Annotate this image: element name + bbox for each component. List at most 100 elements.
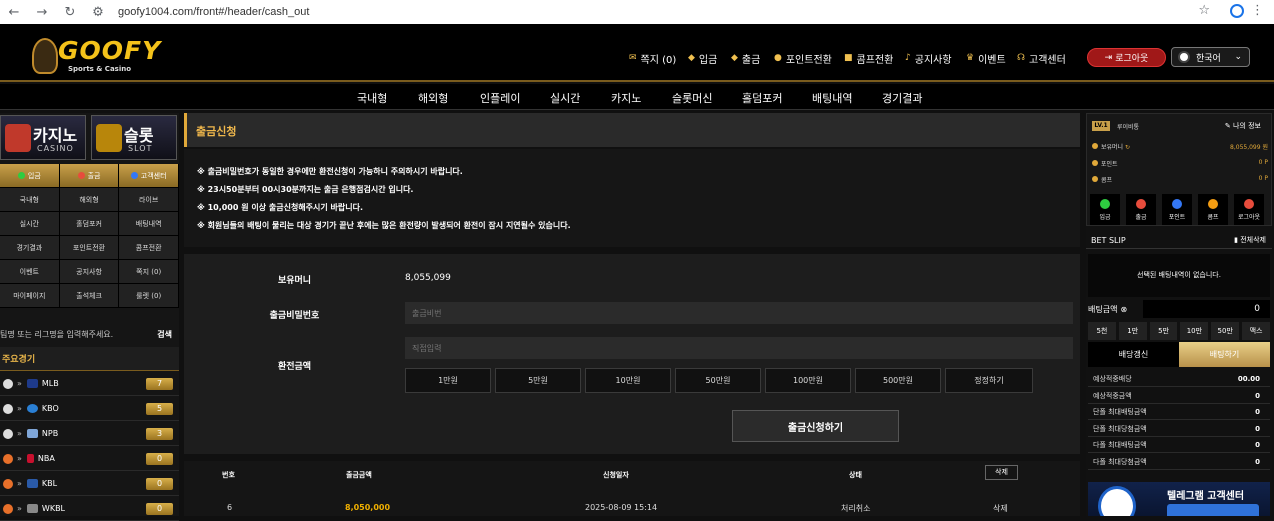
quick-deposit-button[interactable]: 입금 xyxy=(1090,194,1120,225)
account-icon[interactable] xyxy=(1230,4,1244,18)
quick-comp-button[interactable]: 콤프 xyxy=(1198,194,1228,225)
main-nav-item[interactable]: 슬롯머신 xyxy=(672,90,712,106)
chip-button[interactable]: 5만 xyxy=(1149,322,1178,340)
place-bet-button[interactable]: 배팅하기 xyxy=(1179,342,1270,367)
league-row[interactable]: » NBA 0 xyxy=(0,447,179,471)
logout-button[interactable]: ⇥ 로그아웃 xyxy=(1087,48,1166,67)
main-nav-item[interactable]: 경기결과 xyxy=(882,90,922,106)
side-menu-item[interactable]: 홀덤포커 xyxy=(59,212,120,235)
side-menu-item[interactable]: 해외형 xyxy=(59,188,120,211)
top-nav-point-convert[interactable]: ● 포인트전환 xyxy=(774,51,832,66)
bookmark-star-icon[interactable]: ☆ xyxy=(1198,3,1210,18)
my-info-link[interactable]: ✎ 나의 정보 xyxy=(1225,121,1261,131)
slot-machine-icon xyxy=(96,124,122,152)
top-nav-notice[interactable]: ♪ 공지사항 xyxy=(905,51,952,66)
side-menu-item[interactable]: 경기결과 xyxy=(0,236,60,259)
reload-icon[interactable]: ↻ xyxy=(56,5,84,20)
league-row[interactable]: » MLB 7 xyxy=(0,372,179,396)
side-menu-item[interactable]: 공지사항 xyxy=(59,260,120,283)
main-nav-item[interactable]: 홀덤포커 xyxy=(742,90,782,106)
side-support-button[interactable]: 고객센터 xyxy=(119,164,180,187)
row-delete-button[interactable]: 삭제 xyxy=(993,503,1008,514)
side-menu-item[interactable]: 라이브 xyxy=(119,188,180,211)
exchange-amount-input[interactable] xyxy=(405,337,1073,359)
odds-refresh-button[interactable]: 배당갱신 xyxy=(1088,342,1179,367)
amount-5man-button[interactable]: 5만원 xyxy=(495,368,581,393)
league-row[interactable]: » WKBL 0 xyxy=(0,497,179,521)
top-nav-messages[interactable]: ✉ 쪽지 (0) xyxy=(629,51,676,66)
side-menu-item[interactable]: 배팅내역 xyxy=(119,212,180,235)
amount-50man-button[interactable]: 50만원 xyxy=(675,368,761,393)
side-menu-item[interactable]: 마이페이지 xyxy=(0,284,60,307)
chip-button[interactable]: 50만 xyxy=(1211,322,1240,340)
coin-icon: ● xyxy=(774,53,782,63)
main-nav-item[interactable]: 카지노 xyxy=(611,90,641,106)
side-menu-grid: 입금 출금 고객센터 국내형 해외형 라이브 실시간 홀덤포커 배팅내역 경기결과 포인트… xyxy=(0,164,180,308)
main-nav-item[interactable]: 해외형 xyxy=(418,90,448,106)
league-row[interactable]: » KBO 5 xyxy=(0,397,179,421)
top-nav-comp-convert[interactable]: ■ 콤프전환 xyxy=(844,51,893,66)
side-menu-item[interactable]: 출석체크 xyxy=(59,284,120,307)
main-nav-item[interactable]: 인플레이 xyxy=(480,90,520,106)
right-sidebar: LV.1 루이비통 ✎ 나의 정보 보유머니 ↻ 8,055,099 원 포인트 0… xyxy=(1086,113,1272,516)
side-menu-item[interactable]: 쪽지 (0) xyxy=(119,260,180,283)
back-icon[interactable]: ← xyxy=(0,5,28,20)
site-settings-icon[interactable]: ⚙ xyxy=(84,5,112,20)
top-nav-support[interactable]: ☊ 고객센터 xyxy=(1017,51,1066,66)
league-row[interactable]: » KBL 0 xyxy=(0,472,179,496)
side-withdraw-button[interactable]: 출금 xyxy=(59,164,120,187)
slot-banner[interactable]: 슬롯 SLOT xyxy=(91,115,177,160)
side-menu-item[interactable]: 룰렛 (0) xyxy=(119,284,180,307)
site-logo[interactable]: GOOFY Sports & Casino xyxy=(32,36,160,76)
kbl-logo-icon xyxy=(26,479,38,488)
side-menu-item[interactable]: 콤프전환 xyxy=(119,236,180,259)
chip-button[interactable]: 5천 xyxy=(1088,322,1116,340)
side-menu-item[interactable]: 이벤트 xyxy=(0,260,60,283)
side-menu-item[interactable]: 포인트전환 xyxy=(59,236,120,259)
main-nav-item[interactable]: 국내형 xyxy=(357,90,387,106)
amount-1man-button[interactable]: 1만원 xyxy=(405,368,491,393)
address-bar[interactable]: goofy1004.com/front#/header/cash_out xyxy=(118,6,309,18)
main-nav-item[interactable]: 배팅내역 xyxy=(812,90,852,106)
user-money-row: 보유머니 ↻ 8,055,099 원 xyxy=(1092,142,1268,151)
withdraw-password-input[interactable] xyxy=(405,302,1073,324)
delete-all-button[interactable]: 삭제 xyxy=(985,465,1018,480)
search-input[interactable]: 팀명 또는 리그명을 입력해주세요. xyxy=(0,329,113,340)
bet-amount-input[interactable]: 0 xyxy=(1143,300,1270,318)
side-deposit-button[interactable]: 입금 xyxy=(0,164,60,187)
amount-10man-button[interactable]: 10만원 xyxy=(585,368,671,393)
withdraw-icon xyxy=(77,172,85,179)
amount-500man-button[interactable]: 500만원 xyxy=(855,368,941,393)
quick-withdraw-button[interactable]: 출금 xyxy=(1126,194,1156,225)
comp-icon: ■ xyxy=(844,53,853,63)
quick-logout-button[interactable]: 로그아웃 xyxy=(1234,194,1264,225)
row-number: 6 xyxy=(227,503,233,512)
refresh-icon[interactable]: ↻ xyxy=(1125,144,1130,151)
top-nav-deposit[interactable]: ◆ 입금 xyxy=(688,51,717,66)
casino-banner[interactable]: 카지노 CASINO xyxy=(0,115,86,160)
side-menu-item[interactable]: 국내형 xyxy=(0,188,60,211)
search-button[interactable]: 검색 xyxy=(157,329,172,340)
trophy-icon: ♛ xyxy=(966,53,975,63)
clear-all-button[interactable]: ▮ 전체삭제 xyxy=(1234,235,1266,245)
reset-circle-icon[interactable]: ⊗ xyxy=(1120,305,1127,314)
withdraw-submit-button[interactable]: 출금신청하기 xyxy=(732,410,899,442)
chip-button[interactable]: 10만 xyxy=(1180,322,1209,340)
league-row[interactable]: » NPB 3 xyxy=(0,422,179,446)
top-nav-withdraw[interactable]: ◆ 출금 xyxy=(731,51,760,66)
chip-button[interactable]: 1만 xyxy=(1118,322,1147,340)
language-select[interactable]: 한국어 ⌄ xyxy=(1171,47,1250,67)
main-nav-item[interactable]: 실시간 xyxy=(550,90,580,106)
chip-button[interactable]: 맥스 xyxy=(1242,322,1270,340)
minus-icon xyxy=(1136,198,1146,209)
top-nav-event[interactable]: ♛ 이벤트 xyxy=(966,51,1006,66)
balance-value: 8,055,099 xyxy=(405,273,451,283)
browser-menu-icon[interactable]: ⋮ xyxy=(1251,3,1264,18)
telegram-support-banner[interactable]: 텔레그램 고객센터 xyxy=(1088,482,1270,516)
amount-reset-button[interactable]: 정정하기 xyxy=(945,368,1033,393)
amount-100man-button[interactable]: 100만원 xyxy=(765,368,851,393)
quick-point-button[interactable]: 포인트 xyxy=(1162,194,1192,225)
side-menu-item[interactable]: 실시간 xyxy=(0,212,60,235)
deposit-icon xyxy=(17,172,25,179)
forward-icon[interactable]: → xyxy=(28,5,56,20)
